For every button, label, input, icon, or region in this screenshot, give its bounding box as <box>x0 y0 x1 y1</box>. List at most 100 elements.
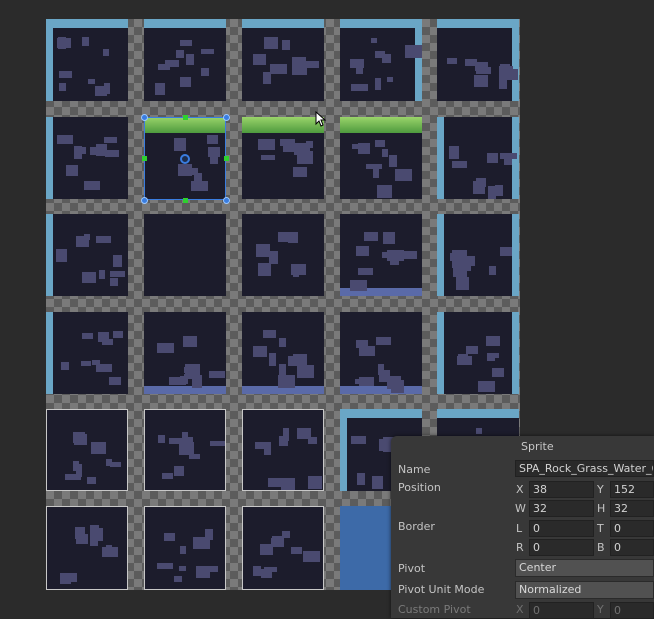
rock-detail <box>452 250 467 262</box>
rock-detail <box>308 476 322 489</box>
rock-detail <box>269 353 276 366</box>
sprite-tile[interactable] <box>437 214 519 296</box>
sprite-tile[interactable] <box>242 312 324 394</box>
custom-pivot-x-field: 0 <box>529 602 594 619</box>
rock-detail <box>253 54 266 65</box>
water-edge <box>512 312 519 394</box>
rock-detail <box>377 185 392 198</box>
border-handle[interactable] <box>183 198 188 203</box>
rock-detail <box>350 280 367 291</box>
rock-detail <box>390 254 399 265</box>
rock-detail <box>487 353 495 361</box>
sprite-tile[interactable] <box>144 409 226 491</box>
rock-detail <box>495 185 503 196</box>
size-h-field[interactable]: 32 <box>610 500 654 517</box>
sprite-tile[interactable] <box>144 312 226 394</box>
rock-detail <box>383 232 395 244</box>
rock-detail <box>452 161 467 168</box>
custom-pivot-label: Custom Pivot <box>398 603 471 616</box>
rock-detail <box>110 462 121 467</box>
water-edge <box>415 19 422 101</box>
border-b-field[interactable]: 0 <box>610 539 654 556</box>
sprite-tile[interactable] <box>340 312 422 394</box>
rock-detail <box>202 566 218 572</box>
rock-detail <box>82 333 93 339</box>
size-w-field[interactable]: 32 <box>529 500 594 517</box>
rock-detail <box>169 438 184 444</box>
sprite-tile[interactable] <box>46 19 128 101</box>
sprite-tile[interactable] <box>242 19 324 101</box>
border-t-field[interactable]: 0 <box>610 520 654 537</box>
sprite-tile[interactable] <box>46 506 128 590</box>
sprite-properties-panel: Sprite Name SPA_Rock_Grass_Water_6 Posit… <box>391 436 654 619</box>
position-y-field[interactable]: 152 <box>610 481 654 498</box>
rock-detail <box>449 146 459 159</box>
rock-detail <box>82 272 96 283</box>
rock-detail <box>103 49 109 56</box>
name-field[interactable]: SPA_Rock_Grass_Water_6 <box>515 460 654 477</box>
rock-detail <box>113 255 122 267</box>
sprite-tile[interactable] <box>46 117 128 199</box>
position-label: Position <box>398 481 441 494</box>
border-handle[interactable] <box>142 156 147 161</box>
resize-handle[interactable] <box>223 114 230 121</box>
sprite-tile[interactable] <box>242 506 324 590</box>
pivot-handle[interactable] <box>180 154 190 164</box>
rock-detail <box>102 339 113 345</box>
sprite-tile[interactable] <box>340 214 422 296</box>
rock-detail <box>264 37 278 49</box>
rock-detail <box>474 75 488 87</box>
rock-detail <box>405 45 422 58</box>
rock-detail <box>389 155 397 167</box>
border-handle[interactable] <box>183 115 188 120</box>
rock-detail <box>102 547 118 557</box>
rock-detail <box>475 62 488 71</box>
sprite-tile[interactable] <box>144 506 226 590</box>
resize-handle[interactable] <box>141 197 148 204</box>
rock-detail <box>305 61 319 68</box>
sprite-tile[interactable] <box>437 117 519 199</box>
rock-detail <box>157 343 174 353</box>
rock-detail <box>193 537 210 549</box>
resize-handle[interactable] <box>141 114 148 121</box>
border-handle[interactable] <box>224 156 229 161</box>
rock-detail <box>87 477 96 484</box>
sprite-tile[interactable] <box>340 117 422 199</box>
rock-detail <box>466 256 475 266</box>
sprite-tile[interactable] <box>46 312 128 394</box>
rock-detail <box>209 371 225 378</box>
rock-detail <box>387 77 393 82</box>
sprite-tile[interactable] <box>437 19 519 101</box>
sprite-tile[interactable] <box>144 19 226 101</box>
name-label: Name <box>398 463 431 476</box>
pivot-dropdown[interactable]: Center <box>515 559 654 577</box>
rock-detail <box>357 473 365 485</box>
rock-detail <box>489 266 496 275</box>
sprite-tile[interactable] <box>144 214 226 296</box>
rock-detail <box>306 141 313 148</box>
w-axis-label: W <box>515 502 526 515</box>
rock-detail <box>76 236 89 247</box>
sprite-tile[interactable] <box>242 214 324 296</box>
sprite-tile[interactable] <box>242 117 324 199</box>
position-x-field[interactable]: 38 <box>529 481 594 498</box>
pivot-unit-mode-dropdown[interactable]: Normalized <box>515 581 654 599</box>
rock-detail <box>99 270 105 279</box>
rock-detail <box>73 432 85 443</box>
water-edge <box>340 386 422 394</box>
sprite-tile[interactable] <box>46 214 128 296</box>
sprite-tile[interactable] <box>437 312 519 394</box>
sprite-tile[interactable] <box>46 409 128 491</box>
sprite-tile[interactable] <box>340 19 422 101</box>
rock-detail <box>476 428 482 434</box>
rock-detail <box>351 436 366 444</box>
x-axis-label: X <box>516 483 524 496</box>
border-r-field[interactable]: 0 <box>529 539 594 556</box>
rock-detail <box>60 573 77 582</box>
rock-detail <box>283 428 289 441</box>
sprite-tile[interactable] <box>242 409 324 491</box>
resize-handle[interactable] <box>223 197 230 204</box>
custom-pivot-y-field: 0 <box>610 602 654 619</box>
border-l-field[interactable]: 0 <box>529 520 594 537</box>
rock-detail <box>261 569 272 578</box>
